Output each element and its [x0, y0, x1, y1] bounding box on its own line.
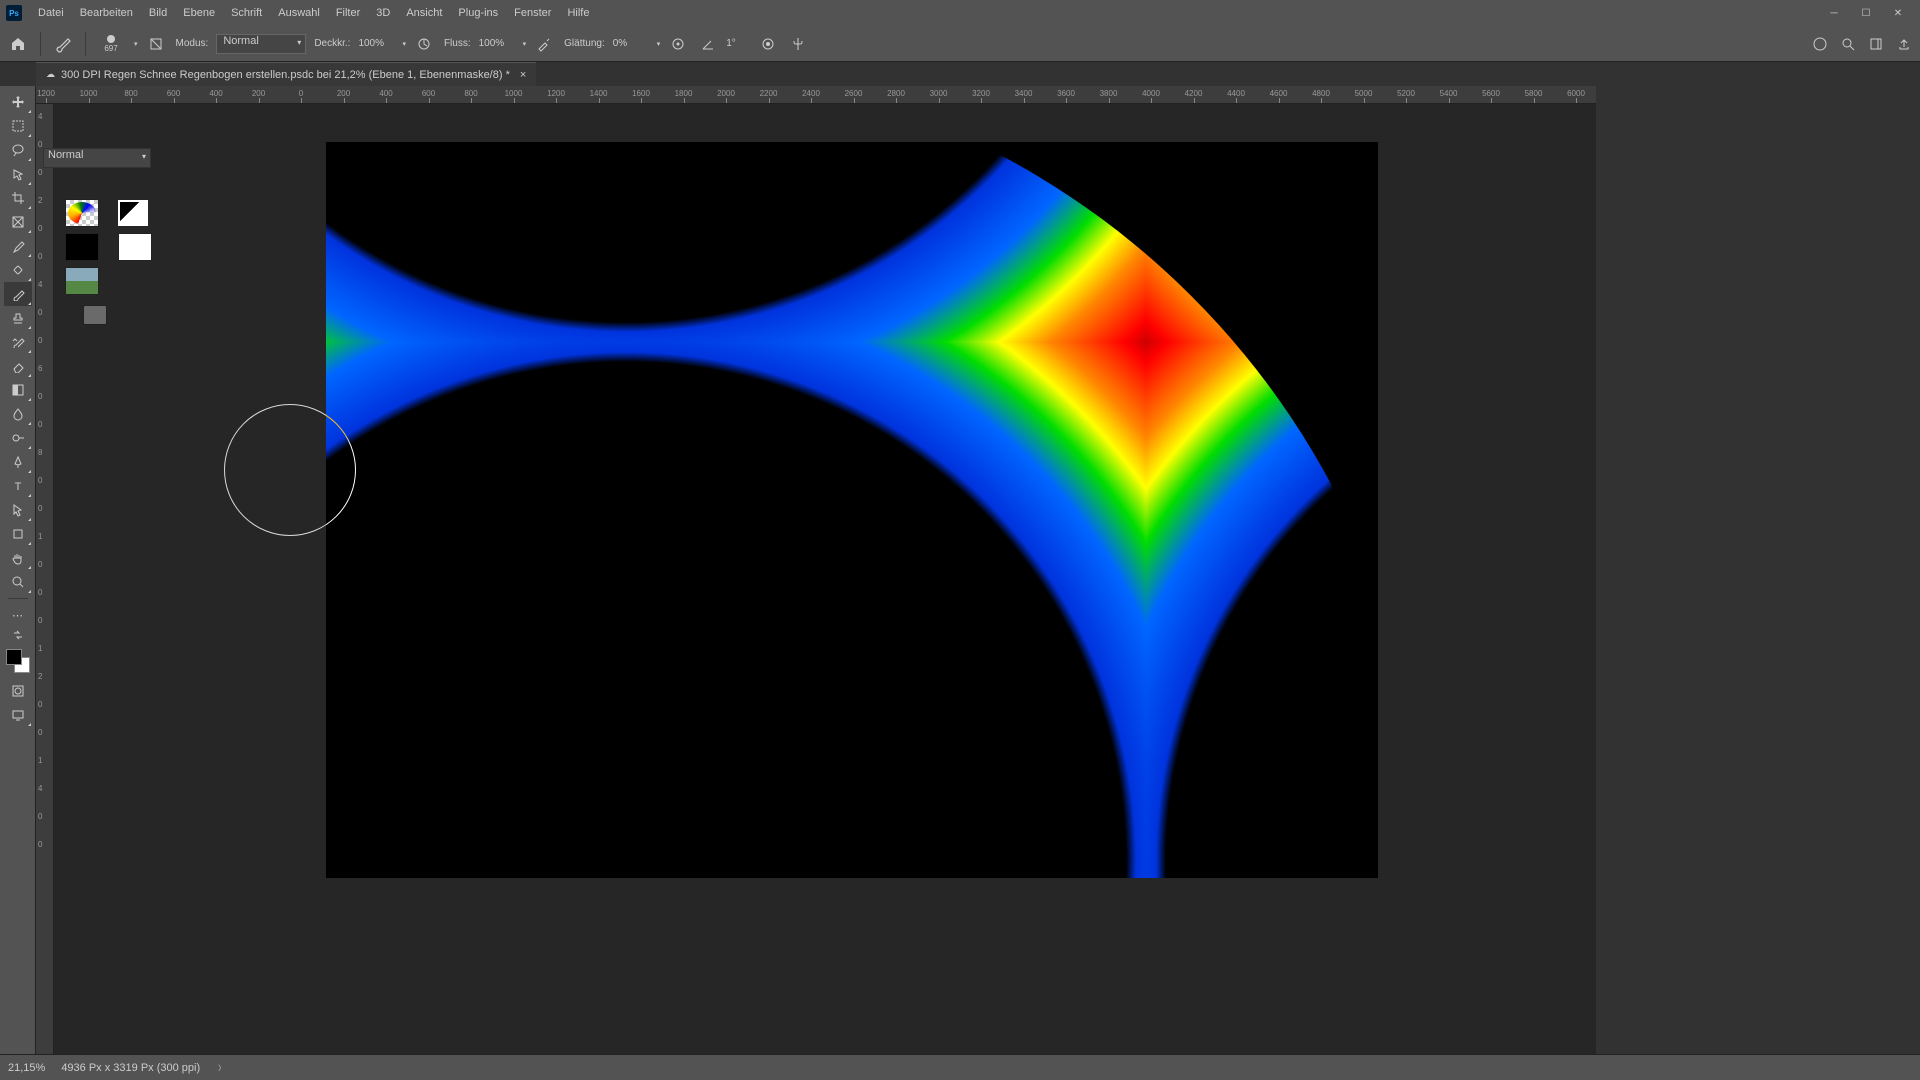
history-brush-tool[interactable]	[4, 330, 32, 354]
share-icon[interactable]	[1894, 34, 1914, 54]
brush-preset-picker[interactable]: 697	[96, 29, 126, 59]
smoothing-options-icon[interactable]	[666, 32, 690, 56]
smoothing-input[interactable]	[613, 38, 649, 49]
pressure-opacity-icon[interactable]	[412, 32, 436, 56]
zoom-level[interactable]: 21,15%	[8, 1062, 45, 1074]
layer-thumb[interactable]	[65, 233, 99, 261]
menu-3d[interactable]: 3D	[368, 0, 398, 26]
options-bar: 697 ▾ Modus: Normal Deckkr.: ▾ Fluss: ▾ …	[0, 26, 1920, 62]
move-tool[interactable]	[4, 90, 32, 114]
opacity-input[interactable]	[358, 38, 394, 49]
chevron-down-icon[interactable]: ▾	[657, 40, 661, 48]
chevron-down-icon[interactable]: ▾	[134, 40, 138, 48]
chevron-down-icon[interactable]: ▾	[402, 40, 406, 48]
cloud-docs-icon[interactable]	[1810, 34, 1830, 54]
shape-tool[interactable]	[4, 522, 32, 546]
app-logo[interactable]: Ps	[6, 5, 22, 21]
folder-icon[interactable]	[83, 305, 107, 325]
mode-label: Modus:	[176, 38, 209, 49]
svg-text:T: T	[14, 481, 21, 493]
document-tab[interactable]: ☁ 300 DPI Regen Schnee Regenbogen erstel…	[36, 62, 536, 86]
angle-icon[interactable]	[696, 32, 720, 56]
tools-panel: T ⋯	[0, 86, 36, 1054]
minimize-button[interactable]: ─	[1818, 3, 1850, 23]
brush-tool[interactable]	[4, 282, 32, 306]
menu-plug-ins[interactable]: Plug-ins	[450, 0, 506, 26]
window-controls: ─ ☐ ✕	[1818, 3, 1914, 23]
brush-panel-toggle[interactable]	[144, 32, 168, 56]
brush-size-label: 697	[104, 44, 117, 53]
document-tabs: ☁ 300 DPI Regen Schnee Regenbogen erstel…	[0, 62, 1920, 86]
layer-mask-thumb[interactable]	[118, 200, 148, 226]
opacity-label: Deckkr.:	[314, 38, 350, 49]
path-selection-tool[interactable]	[4, 498, 32, 522]
edit-toolbar[interactable]: ⋯	[4, 603, 32, 627]
type-tool[interactable]: T	[4, 474, 32, 498]
layer-thumb[interactable]	[65, 267, 99, 295]
lasso-tool[interactable]	[4, 138, 32, 162]
menu-bild[interactable]: Bild	[141, 0, 175, 26]
blur-tool[interactable]	[4, 402, 32, 426]
smoothing-label: Glättung:	[564, 38, 605, 49]
menu-ansicht[interactable]: Ansicht	[398, 0, 450, 26]
flow-label: Fluss:	[444, 38, 471, 49]
healing-tool[interactable]	[4, 258, 32, 282]
document-info[interactable]: 4936 Px x 3319 Px (300 ppi)	[61, 1062, 200, 1074]
swap-colors-icon[interactable]	[4, 627, 32, 643]
pen-tool[interactable]	[4, 450, 32, 474]
menu-schrift[interactable]: Schrift	[223, 0, 270, 26]
angle-input[interactable]	[726, 38, 750, 49]
menu-fenster[interactable]: Fenster	[506, 0, 559, 26]
marquee-tool[interactable]	[4, 114, 32, 138]
layer-thumb[interactable]	[65, 199, 99, 227]
zoom-tool[interactable]	[4, 570, 32, 594]
stamp-tool[interactable]	[4, 306, 32, 330]
artboard	[326, 142, 1378, 878]
chevron-down-icon[interactable]: ▾	[523, 40, 527, 48]
flow-input[interactable]	[479, 38, 515, 49]
chevron-right-icon[interactable]: 〉	[218, 1063, 225, 1073]
menu-datei[interactable]: Datei	[30, 0, 72, 26]
airbrush-icon[interactable]	[532, 32, 556, 56]
brush-tool-icon[interactable]	[51, 32, 75, 56]
gradient-tool[interactable]	[4, 378, 32, 402]
screenmode-icon[interactable]	[4, 703, 32, 727]
menu-filter[interactable]: Filter	[328, 0, 368, 26]
close-tab-icon[interactable]: ×	[520, 69, 526, 81]
pressure-size-icon[interactable]	[756, 32, 780, 56]
eraser-tool[interactable]	[4, 354, 32, 378]
home-icon[interactable]	[6, 32, 30, 56]
symmetry-icon[interactable]	[786, 32, 810, 56]
canvas[interactable]	[54, 104, 1596, 1054]
color-swatches[interactable]	[4, 647, 32, 675]
workspace-icon[interactable]	[1866, 34, 1886, 54]
search-icon[interactable]	[1838, 34, 1858, 54]
menu-auswahl[interactable]: Auswahl	[270, 0, 328, 26]
maximize-button[interactable]: ☐	[1850, 3, 1882, 23]
menu-ebene[interactable]: Ebene	[175, 0, 223, 26]
quickmask-icon[interactable]	[4, 679, 32, 703]
dodge-tool[interactable]	[4, 426, 32, 450]
hand-tool[interactable]	[4, 546, 32, 570]
document-tab-label: 300 DPI Regen Schnee Regenbogen erstelle…	[61, 69, 510, 81]
titlebar: Ps DateiBearbeitenBildEbeneSchriftAuswah…	[0, 0, 1920, 26]
eyedropper-tool[interactable]	[4, 234, 32, 258]
selection-tool[interactable]	[4, 162, 32, 186]
ruler-horizontal[interactable]: 1200100080060040020002004006008001000120…	[36, 86, 1596, 104]
blend-mode-select[interactable]: Normal	[216, 34, 306, 54]
menu-bearbeiten[interactable]: Bearbeiten	[72, 0, 141, 26]
close-button[interactable]: ✕	[1882, 3, 1914, 23]
frame-tool[interactable]	[4, 210, 32, 234]
crop-tool[interactable]	[4, 186, 32, 210]
ruler-vertical[interactable]: 400200400600800100012001400	[36, 104, 54, 1054]
layer-blend-mode[interactable]: Normal	[43, 148, 151, 168]
menu-hilfe[interactable]: Hilfe	[559, 0, 597, 26]
status-bar: 21,15% 4936 Px x 3319 Px (300 ppi) 〉	[0, 1054, 1920, 1080]
layer-mask-thumb[interactable]	[118, 233, 152, 261]
foreground-color[interactable]	[6, 649, 22, 665]
